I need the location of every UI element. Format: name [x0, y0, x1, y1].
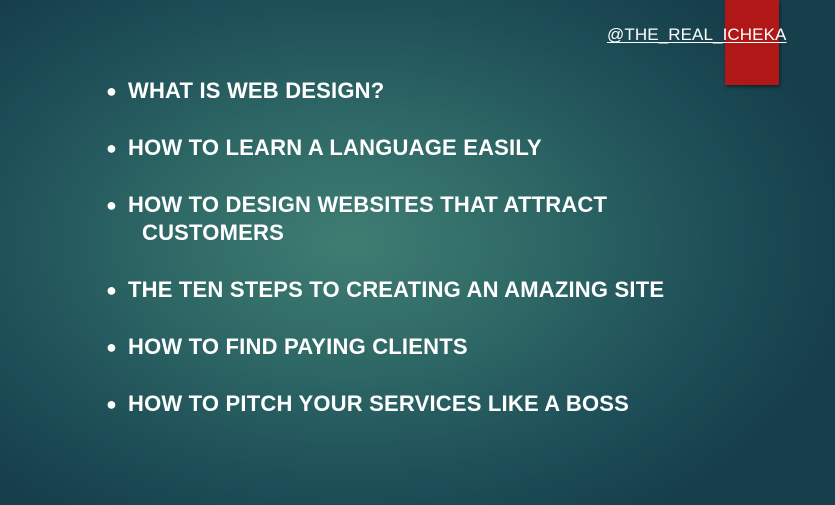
bullet-item-design-websites: ● HOW TO DESIGN WEBSITES THAT ATTRACT CU…	[106, 191, 688, 247]
bullet-text: HOW TO FIND PAYING CLIENTS	[128, 334, 468, 359]
bullet-item-pitch-services: ● HOW TO PITCH YOUR SERVICES LIKE A BOSS	[106, 390, 688, 418]
bullet-dot-icon: ●	[106, 394, 118, 414]
bullet-text: WHAT IS WEB DESIGN?	[128, 78, 385, 103]
social-handle-link[interactable]: @THE_REAL_ICHEKA	[607, 25, 786, 45]
bullet-text-line-2: CUSTOMERS	[142, 220, 284, 245]
bullet-text-line-1: HOW TO DESIGN WEBSITES THAT ATTRACT	[128, 192, 608, 217]
bullet-dot-icon: ●	[106, 81, 118, 101]
bullet-text: HOW TO DESIGN WEBSITES THAT ATTRACT CUST…	[128, 191, 688, 247]
bullet-item-learn-language: ● HOW TO LEARN A LANGUAGE EASILY	[106, 134, 688, 162]
bullet-text: HOW TO LEARN A LANGUAGE EASILY	[128, 135, 542, 160]
bullet-dot-icon: ●	[106, 195, 118, 215]
bullet-dot-icon: ●	[106, 337, 118, 357]
bullet-item-web-design: ● WHAT IS WEB DESIGN?	[106, 77, 688, 105]
bullet-item-ten-steps: ● THE TEN STEPS TO CREATING AN AMAZING S…	[106, 276, 688, 304]
bullet-dot-icon: ●	[106, 138, 118, 158]
slide: @THE_REAL_ICHEKA ● WHAT IS WEB DESIGN? ●…	[0, 0, 835, 505]
bullet-item-paying-clients: ● HOW TO FIND PAYING CLIENTS	[106, 333, 688, 361]
bullet-text: THE TEN STEPS TO CREATING AN AMAZING SIT…	[128, 277, 665, 302]
bullet-text: HOW TO PITCH YOUR SERVICES LIKE A BOSS	[128, 391, 630, 416]
bullet-dot-icon: ●	[106, 280, 118, 300]
